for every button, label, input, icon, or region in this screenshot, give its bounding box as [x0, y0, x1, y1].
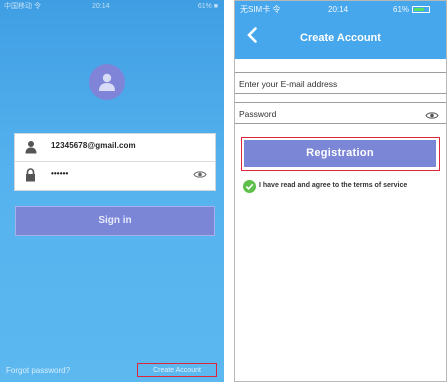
email-placeholder: Enter your E-mail address — [239, 79, 338, 89]
registration-button[interactable]: Registration — [244, 140, 436, 167]
password-row[interactable]: •••••• — [15, 162, 215, 189]
user-avatar-icon — [89, 64, 125, 100]
registration-highlight: Registration — [241, 137, 440, 171]
battery-percent: 61% — [393, 5, 410, 14]
sign-in-button[interactable]: Sign in — [15, 206, 215, 236]
clock-text: 20:14 — [92, 3, 110, 10]
password-input[interactable]: •••••• — [51, 169, 68, 178]
battery-icon — [412, 6, 430, 13]
clock-text: 20:14 — [328, 5, 349, 14]
login-screen: 中国移动 令 20:14 61% ■ 12345678@gmail.com ••… — [0, 0, 224, 382]
user-icon — [25, 141, 37, 154]
login-form: 12345678@gmail.com •••••• — [14, 133, 216, 191]
email-field[interactable]: Enter your E-mail address — [235, 72, 446, 94]
page-title: Create Account — [300, 32, 381, 44]
check-circle-icon[interactable] — [243, 180, 256, 193]
eye-icon[interactable] — [425, 111, 439, 120]
header-bar: 无SIM卡 令 20:14 61% Create Account — [235, 1, 446, 59]
forgot-password-link[interactable]: Forgot password? — [6, 366, 70, 375]
username-row[interactable]: 12345678@gmail.com — [15, 134, 215, 162]
terms-text: I have read and agree to the terms of se… — [259, 182, 408, 189]
status-bar: 中国移动 令 20:14 61% ■ — [0, 0, 224, 14]
lock-icon — [26, 168, 35, 182]
battery-text: 61% ■ — [197, 3, 218, 10]
username-input[interactable]: 12345678@gmail.com — [51, 141, 136, 150]
create-account-screen: 无SIM卡 令 20:14 61% Create Account Enter y… — [234, 0, 447, 382]
status-bar: 无SIM卡 令 20:14 61% — [235, 1, 446, 19]
eye-icon[interactable] — [193, 170, 207, 179]
carrier-text: 中国移动 令 — [4, 3, 41, 10]
create-account-link[interactable]: Create Account — [137, 363, 217, 377]
carrier-text: 无SIM卡 令 — [240, 5, 281, 14]
password-field[interactable]: Password — [235, 102, 446, 124]
password-placeholder: Password — [239, 109, 277, 119]
